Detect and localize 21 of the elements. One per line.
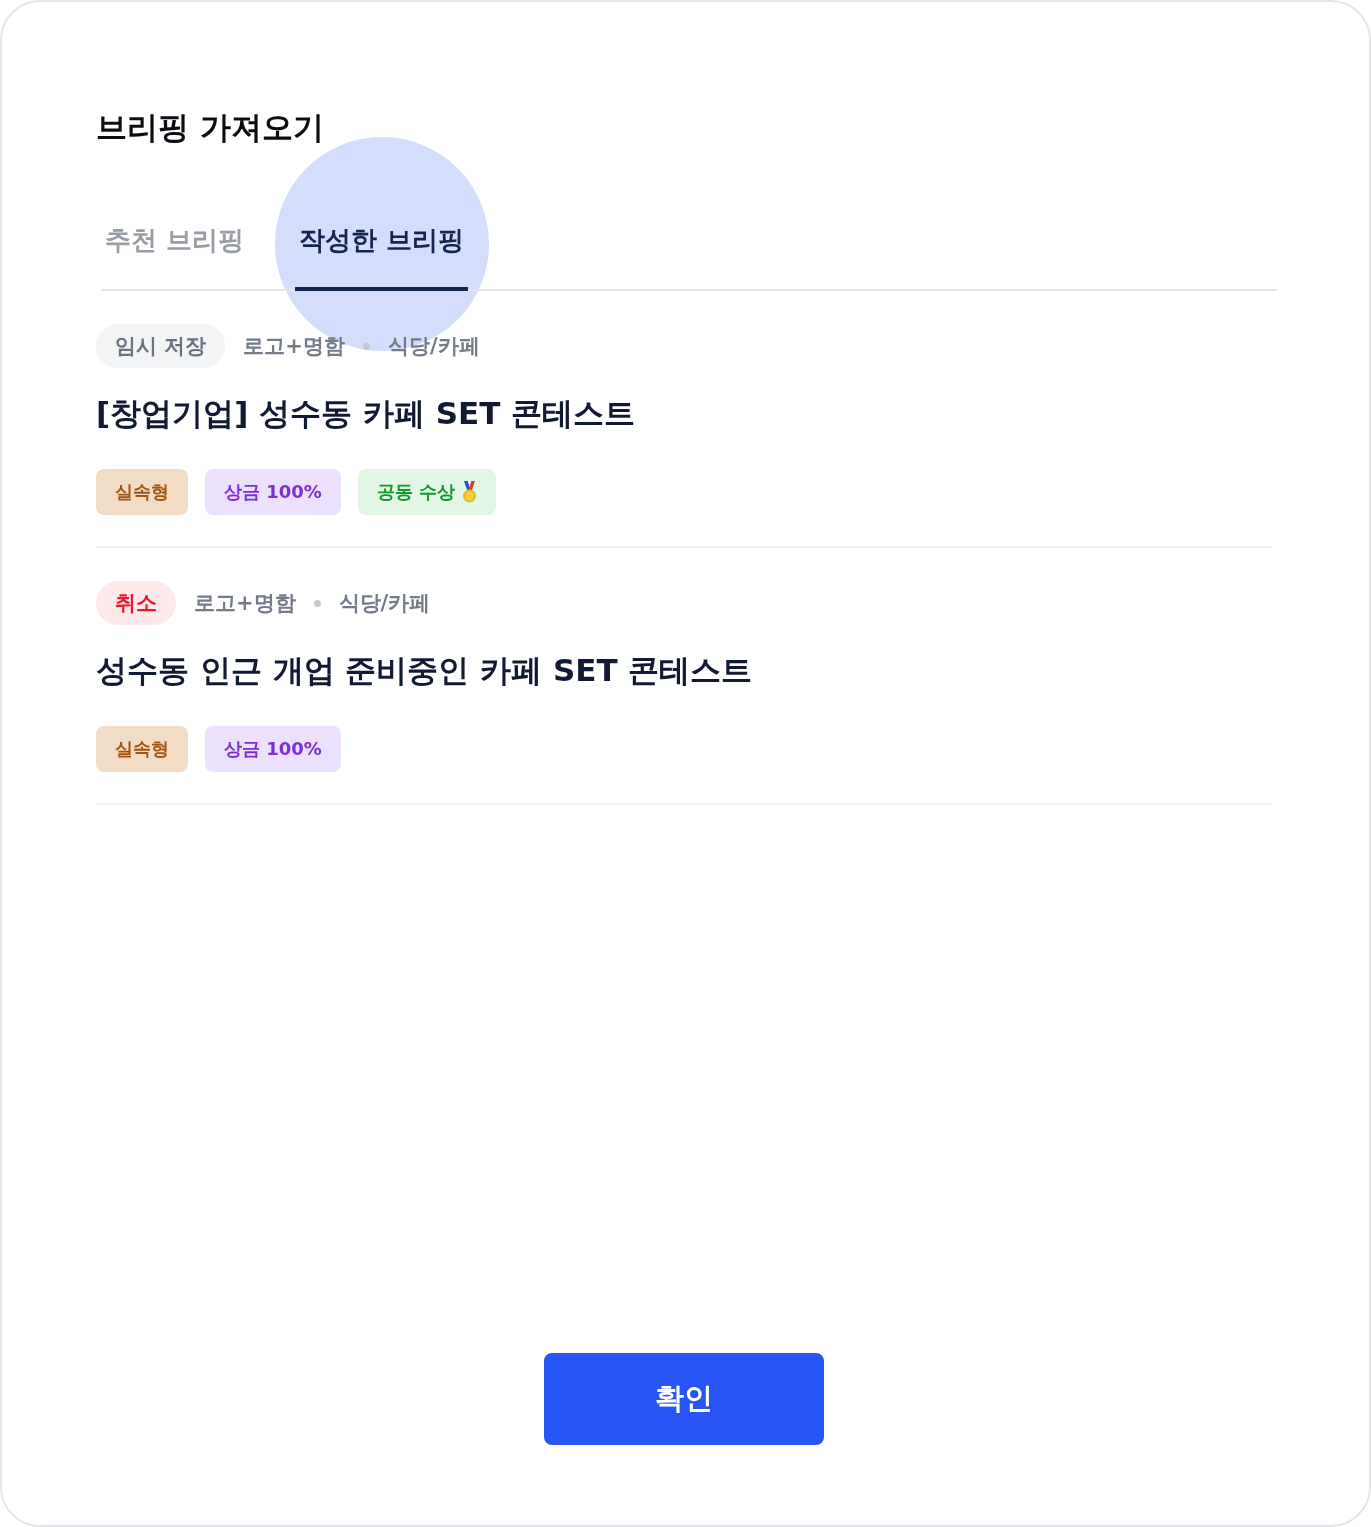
confirm-button[interactable]: 확인 <box>544 1353 824 1445</box>
dot-icon <box>313 599 321 607</box>
category-text: 로고+명함 <box>243 333 345 360</box>
tag-label: 실속형 <box>115 737 169 761</box>
status-badge: 취소 <box>96 581 176 625</box>
tab[interactable]: 작성한 브리핑 <box>295 203 469 291</box>
subcategory-text: 식당/카페 <box>338 590 431 617</box>
tag-label: 실속형 <box>115 480 169 504</box>
tag-label: 상금 100% <box>224 737 322 761</box>
medal-icon <box>462 481 478 503</box>
status-badge: 임시 저장 <box>96 324 226 368</box>
briefing-title: [창업기업] 성수동 카페 SET 콘테스트 <box>96 394 636 433</box>
briefing-item[interactable]: 취소 로고+명함 식당/카페 성수동 인근 개업 준비중인 카페 SET 콘테스트 실속형 상금 100% <box>96 548 1272 805</box>
tag-label: 공동 수상 <box>376 480 456 504</box>
briefing-item[interactable]: 임시 저장 로고+명함 식당/카페 [창업기업] 성수동 카페 SET 콘테스트 실속형 상금 100% 공동 수상 <box>96 291 1272 548</box>
subcategory-text: 식당/카페 <box>387 333 480 360</box>
briefing-title: 성수동 인근 개업 준비중인 카페 SET 콘테스트 <box>96 651 753 690</box>
dot-icon <box>362 342 370 350</box>
dialog-title: 브리핑 가져오기 <box>96 108 324 147</box>
tag-label: 상금 100% <box>224 480 322 504</box>
category-text: 로고+명함 <box>194 590 296 617</box>
